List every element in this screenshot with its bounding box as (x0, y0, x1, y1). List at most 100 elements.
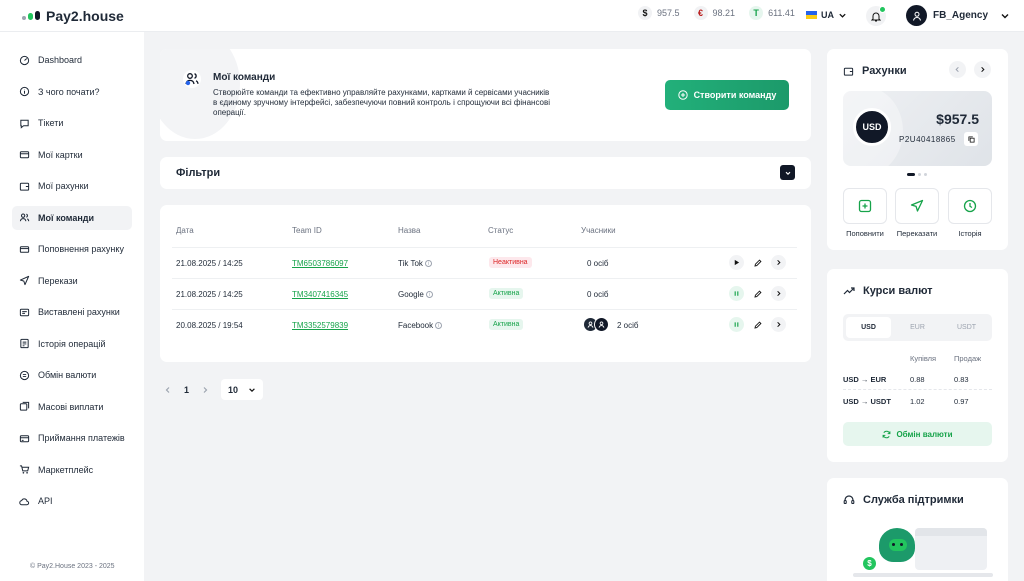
create-team-button[interactable]: Створити команду (665, 80, 789, 110)
play-icon (734, 259, 740, 266)
balance-usd[interactable]: $ 957.5 (638, 6, 680, 20)
ukraine-flag-icon (806, 11, 817, 19)
copy-account-id-button[interactable] (964, 132, 978, 146)
edit-button[interactable] (750, 317, 765, 332)
filters-panel[interactable]: Фільтри (160, 157, 811, 189)
open-team-button[interactable] (771, 286, 786, 301)
sidebar-item-topup[interactable]: Поповнення рахунку (12, 237, 132, 261)
chevron-right-icon[interactable] (201, 386, 209, 394)
rate-pair: USD → EUR (843, 375, 887, 384)
chevron-left-icon (955, 66, 959, 73)
notifications-button[interactable] (866, 6, 886, 26)
user-menu[interactable]: FB_Agency (906, 5, 1010, 26)
sidebar-item-exchange[interactable]: Обмін валюти (12, 363, 132, 387)
sidebar-item-api[interactable]: API (12, 489, 132, 513)
activate-button[interactable] (729, 255, 744, 270)
language-selector[interactable]: UA (806, 10, 847, 20)
row-team-id-link[interactable]: TM3407416345 (292, 290, 348, 299)
sidebar-item-label: Історія операцій (38, 338, 106, 349)
pause-icon (734, 291, 739, 296)
member-avatars (583, 317, 609, 332)
rate-buy: 1.02 (910, 397, 925, 406)
edit-button[interactable] (750, 286, 765, 301)
logo[interactable]: Pay2.house (22, 8, 124, 24)
balance-eur-value: 98.21 (712, 8, 736, 18)
rate-sell: 0.97 (954, 397, 969, 406)
chevron-down-icon (839, 13, 846, 18)
sidebar-item-accounts[interactable]: Мої рахунки (12, 174, 132, 198)
chevron-left-icon[interactable] (164, 386, 172, 394)
euro-icon: € (693, 6, 708, 20)
pause-button[interactable] (729, 286, 744, 301)
exchange-icon (19, 370, 30, 380)
sidebar-item-cards[interactable]: Мої картки (12, 143, 132, 167)
sidebar-item-mass-payouts[interactable]: Масові виплати (12, 395, 132, 419)
edit-button[interactable] (750, 255, 765, 270)
open-team-button[interactable] (771, 317, 786, 332)
plus-circle-icon (677, 90, 688, 100)
sidebar-item-label: Маркетплейс (38, 464, 94, 475)
tab-usdt[interactable]: USDT (944, 317, 989, 338)
account-card[interactable]: USD $957.5 P2U40418865 (843, 91, 992, 166)
balances: $ 957.5 € 98.21 T 611.41 (638, 6, 795, 20)
teams-table: Дата Team ID Назва Статус Учасники 21.08… (160, 205, 811, 362)
currency-badge: USD (853, 108, 891, 146)
row-team-id-link[interactable]: TM3352579839 (292, 321, 348, 330)
buy-column-header: Купівля (910, 354, 937, 363)
sidebar-item-label: API (38, 496, 53, 506)
filters-toggle-button[interactable] (780, 165, 795, 180)
chevron-right-icon (777, 321, 781, 328)
page-title: Мої команди (213, 72, 276, 83)
sidebar-item-dashboard[interactable]: Dashboard (12, 48, 132, 72)
rate-buy: 0.88 (910, 375, 925, 384)
chevron-down-icon (1001, 13, 1009, 18)
tab-usd[interactable]: USD (846, 317, 891, 338)
sidebar-item-label: Перекази (38, 275, 78, 286)
sidebar-item-teams[interactable]: Мої команди (12, 205, 132, 230)
info-icon[interactable]: i (435, 322, 443, 330)
sidebar-item-getting-started[interactable]: З чого почати? (12, 80, 132, 104)
sidebar-item-accept-payments[interactable]: Приймання платежів (12, 426, 132, 450)
balance-usd-value: 957.5 (657, 8, 680, 18)
sidebar-item-history[interactable]: Історія операцій (12, 332, 132, 356)
sidebar: Dashboard З чого почати? Тікети Мої карт… (0, 32, 144, 581)
wallet-icon (19, 182, 30, 191)
history-action[interactable]: Історія (948, 188, 992, 238)
exchange-currency-label: Обмін валюти (896, 429, 953, 439)
info-icon[interactable]: i (425, 291, 433, 299)
current-page[interactable]: 1 (184, 385, 189, 395)
table-row: 21.08.2025 / 14:25 TM6503786097 Tik Tok i… (172, 247, 797, 278)
tab-eur[interactable]: EUR (895, 317, 940, 338)
dashboard-icon (19, 55, 30, 65)
row-team-id-link[interactable]: TM6503786097 (292, 259, 348, 268)
sidebar-item-invoices[interactable]: Виставлені рахунки (12, 300, 132, 324)
history-action-label: Історія (958, 229, 982, 238)
info-icon[interactable]: i (424, 260, 432, 268)
clock-icon (963, 199, 977, 213)
exchange-rates-widget: Курси валют USD EUR USDT Купівля Продаж … (827, 269, 1008, 462)
currency-tabs: USD EUR USDT (843, 314, 992, 341)
accounts-next-button[interactable] (974, 61, 991, 78)
accounts-prev-button[interactable] (949, 61, 966, 78)
user-icon (598, 321, 605, 328)
open-team-button[interactable] (771, 255, 786, 270)
exchange-currency-button[interactable]: Обмін валюти (843, 422, 992, 446)
sidebar-item-marketplace[interactable]: Маркетплейс (12, 458, 132, 482)
pause-button[interactable] (729, 317, 744, 332)
sidebar-item-transfers[interactable]: Перекази (12, 269, 132, 293)
teams-hero-card: Мої команди Створюйте команди та ефектив… (160, 49, 811, 141)
per-page-select[interactable]: 10 (221, 379, 264, 400)
logo-text: Pay2.house (46, 7, 124, 24)
sidebar-item-tickets[interactable]: Тікети (12, 111, 132, 135)
balance-eur[interactable]: € 98.21 (693, 6, 736, 20)
row-members: 0 осіб (587, 290, 609, 299)
mass-payout-icon (19, 401, 30, 411)
balance-usdt[interactable]: T 611.41 (749, 6, 795, 20)
chevron-right-icon (981, 66, 985, 73)
transfer-action[interactable]: Переказати (895, 188, 939, 238)
card-icon (19, 151, 30, 159)
teams-icon (183, 70, 201, 88)
cloud-icon (19, 497, 30, 505)
rate-sell: 0.83 (954, 375, 969, 384)
topup-action[interactable]: Поповнити (843, 188, 887, 238)
